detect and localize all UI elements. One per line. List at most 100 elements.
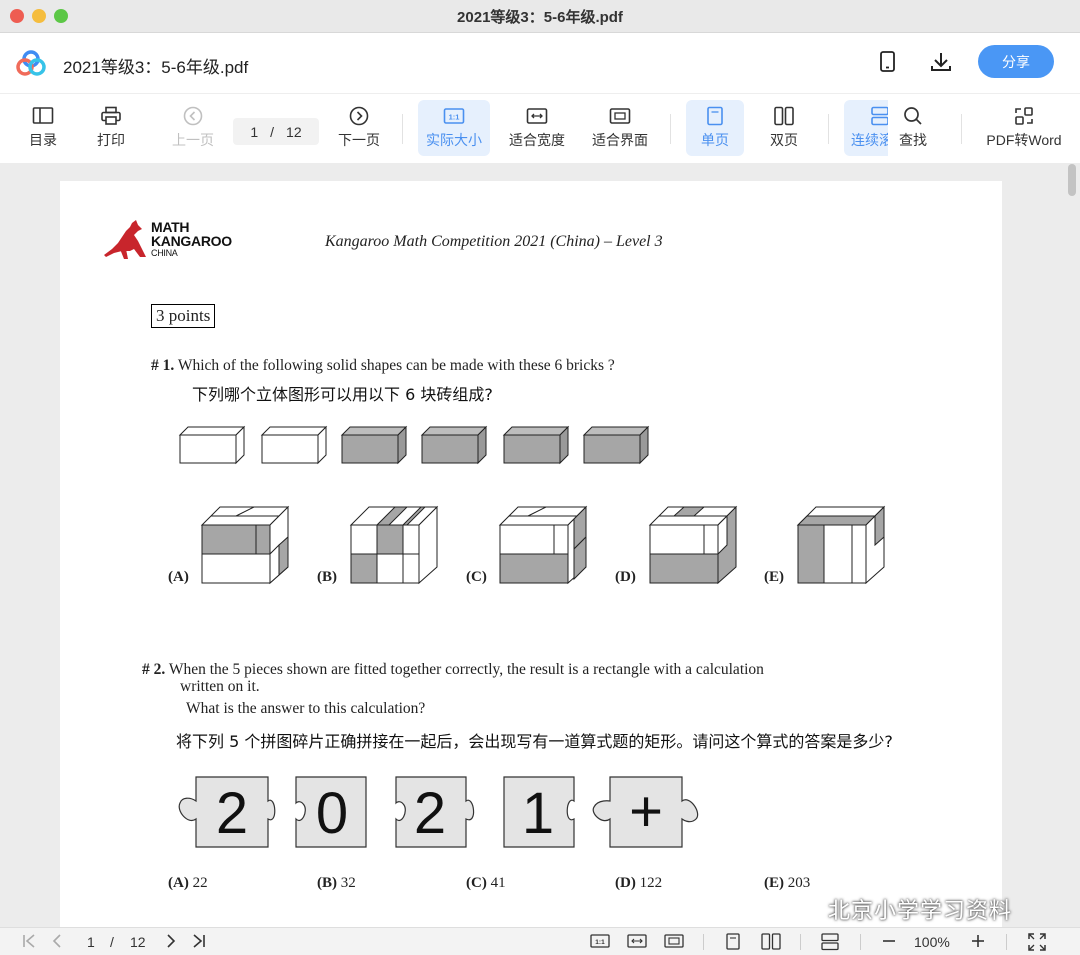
search-icon bbox=[904, 107, 922, 125]
continuous-scroll-button[interactable]: 连续滚动 bbox=[844, 100, 888, 156]
single-page-small-icon[interactable] bbox=[725, 933, 741, 951]
toc-button[interactable]: 目录 bbox=[22, 100, 64, 156]
page-number-input[interactable]: 1 / 12 bbox=[233, 118, 319, 145]
actual-size-icon: 1:1 bbox=[443, 108, 465, 124]
actual-size-button[interactable]: 1:1 实际大小 bbox=[418, 100, 490, 156]
q1-option-d[interactable]: (D) bbox=[615, 569, 636, 586]
status-page-current[interactable]: 1 bbox=[87, 934, 95, 950]
zoom-window-button[interactable] bbox=[54, 9, 68, 23]
q1-option-e[interactable]: (E) bbox=[764, 569, 784, 586]
first-page-icon[interactable] bbox=[22, 933, 36, 949]
wechat-icon bbox=[787, 897, 819, 921]
prev-page-button[interactable]: 上一页 bbox=[168, 100, 218, 156]
fit-page-icon bbox=[609, 108, 631, 124]
svg-text:1:1: 1:1 bbox=[595, 939, 605, 946]
mobile-icon[interactable] bbox=[879, 51, 897, 73]
page-total: 12 bbox=[286, 123, 302, 140]
scrollbar-thumb[interactable] bbox=[1068, 164, 1076, 196]
printer-icon bbox=[101, 106, 121, 125]
points-section-label: 3 points bbox=[151, 304, 216, 328]
fit-page-small-icon[interactable] bbox=[664, 933, 684, 949]
next-page-label: 下一页 bbox=[338, 132, 380, 148]
kangaroo-logo-icon bbox=[104, 220, 146, 259]
brick-5 bbox=[502, 425, 570, 465]
pdf-to-word-label: PDF转Word bbox=[986, 132, 1062, 148]
title-bar: 2021等级3：5-6年级.pdf bbox=[0, 0, 1080, 33]
question-2: # 2. When the 5 pieces shown are fitted … bbox=[142, 661, 764, 679]
page-separator: / bbox=[270, 123, 275, 140]
question-1-text: Which of the following solid shapes can … bbox=[177, 357, 615, 374]
zoom-level: 100% bbox=[914, 934, 950, 950]
puzzle-piece-1: 2 bbox=[216, 781, 248, 846]
next-page-icon[interactable] bbox=[165, 933, 177, 949]
question-2-number: # 2. bbox=[142, 661, 166, 678]
svg-text:1:1: 1:1 bbox=[449, 113, 460, 122]
q1-option-b[interactable]: (B) bbox=[317, 569, 337, 586]
continuous-scroll-icon bbox=[871, 106, 888, 126]
prev-page-icon[interactable] bbox=[51, 933, 63, 949]
single-page-button[interactable]: 单页 bbox=[686, 100, 744, 156]
share-button[interactable]: 分享 bbox=[978, 45, 1054, 78]
logo-text-kangaroo: KANGAROO bbox=[151, 233, 232, 249]
double-page-button[interactable]: 双页 bbox=[758, 100, 810, 156]
sidebar-icon bbox=[32, 107, 54, 124]
q2-option-c[interactable]: (C) 41 bbox=[466, 875, 506, 892]
fullscreen-icon[interactable] bbox=[1028, 933, 1046, 951]
puzzle-pieces-figure: 2 0 2 1 + bbox=[178, 776, 699, 848]
zoom-in-icon[interactable] bbox=[971, 933, 985, 949]
last-page-icon[interactable] bbox=[192, 933, 206, 949]
brick-3 bbox=[340, 425, 408, 465]
q2-option-b[interactable]: (B) 32 bbox=[317, 875, 356, 892]
question-1-chinese: 下列哪个立体图形可以用以下 6 块砖组成? bbox=[192, 385, 493, 404]
puzzle-piece-4: 1 bbox=[522, 781, 554, 846]
option-d-figure bbox=[648, 505, 738, 585]
competition-title: Kangaroo Math Competition 2021 (China) –… bbox=[325, 233, 663, 250]
question-2-text-1: When the 5 pieces shown are fitted toget… bbox=[168, 661, 764, 678]
status-divider bbox=[1006, 934, 1007, 950]
close-window-button[interactable] bbox=[10, 9, 24, 23]
actual-size-label: 实际大小 bbox=[426, 132, 482, 148]
option-a-figure bbox=[200, 505, 290, 585]
prev-page-label: 上一页 bbox=[172, 132, 214, 148]
q2-option-d[interactable]: (D) 122 bbox=[615, 875, 662, 892]
actual-size-small-icon[interactable]: 1:1 bbox=[590, 933, 610, 949]
download-icon[interactable] bbox=[930, 51, 952, 73]
document-viewer[interactable]: MATH KANGAROO CHINA Kangaroo Math Compet… bbox=[0, 163, 1080, 927]
q2-option-a[interactable]: (A) 22 bbox=[168, 875, 208, 892]
double-page-small-icon[interactable] bbox=[761, 933, 781, 951]
search-button[interactable]: 查找 bbox=[888, 100, 938, 156]
app-header: 2021等级3：5-6年级.pdf 分享 bbox=[0, 33, 1080, 93]
question-1: # 1. Which of the following solid shapes… bbox=[151, 357, 615, 375]
print-button[interactable]: 打印 bbox=[90, 100, 132, 156]
search-label: 查找 bbox=[899, 132, 927, 148]
zoom-out-icon[interactable] bbox=[882, 933, 896, 949]
toolbar: 目录 打印 上一页 1 / 12 下一页 1:1 实际大小 适合宽度 适合界面 … bbox=[0, 93, 1080, 163]
q2-option-e[interactable]: (E) 203 bbox=[764, 875, 810, 892]
window-title: 2021等级3：5-6年级.pdf bbox=[457, 8, 623, 26]
puzzle-piece-5: + bbox=[629, 779, 663, 844]
logo-text-math: MATH bbox=[151, 219, 190, 235]
watermark-text: 北京小学学习资料 bbox=[828, 899, 1013, 924]
q1-option-a[interactable]: (A) bbox=[168, 569, 189, 586]
continuous-scroll-label: 连续滚动 bbox=[851, 132, 888, 148]
fit-page-label: 适合界面 bbox=[592, 132, 648, 148]
toolbar-divider bbox=[670, 114, 671, 144]
fit-width-icon bbox=[526, 108, 548, 124]
fit-page-button[interactable]: 适合界面 bbox=[588, 100, 652, 156]
page-current: 1 bbox=[250, 123, 259, 140]
brick-6 bbox=[582, 425, 650, 465]
minimize-window-button[interactable] bbox=[32, 9, 46, 23]
status-bar: 1 / 12 1:1 100% bbox=[0, 927, 1080, 955]
toolbar-divider bbox=[961, 114, 962, 144]
fit-width-small-icon[interactable] bbox=[627, 933, 647, 949]
single-page-label: 单页 bbox=[701, 132, 729, 148]
fit-width-button[interactable]: 适合宽度 bbox=[505, 100, 569, 156]
app-window: 2021等级3：5-6年级.pdf 2021等级3：5-6年级.pdf 分享 目… bbox=[0, 0, 1080, 955]
pdf-to-word-button[interactable]: PDF转Word bbox=[984, 100, 1064, 156]
q1-option-c[interactable]: (C) bbox=[466, 569, 487, 586]
fit-width-label: 适合宽度 bbox=[509, 132, 565, 148]
continuous-small-icon[interactable] bbox=[821, 933, 839, 951]
vertical-scrollbar[interactable] bbox=[1066, 164, 1078, 926]
chevron-left-circle-icon bbox=[183, 106, 203, 126]
next-page-button[interactable]: 下一页 bbox=[334, 100, 384, 156]
